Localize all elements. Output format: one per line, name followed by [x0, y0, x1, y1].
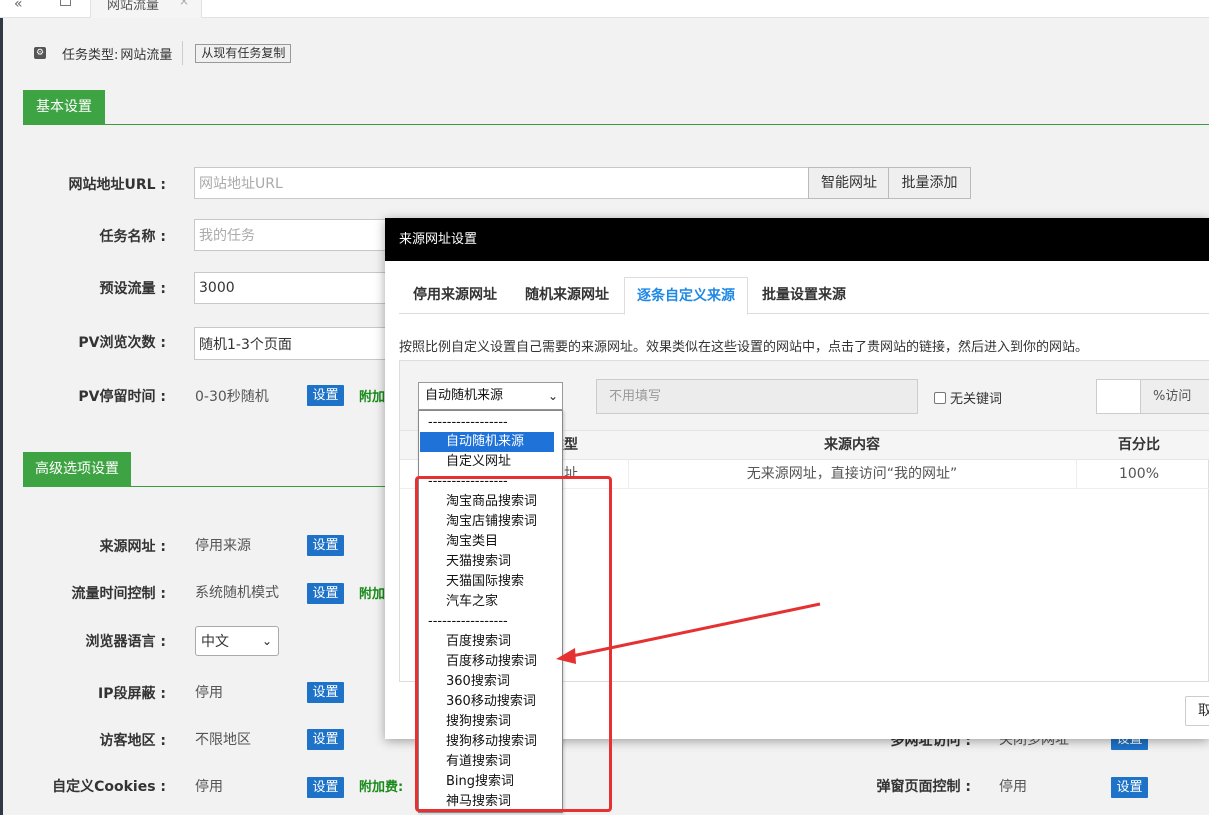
- no-keyword-label: 无关键词: [950, 392, 1003, 407]
- chevron-down-icon: ⌄: [547, 389, 558, 403]
- browser-lang-value: 中文: [201, 634, 229, 650]
- popup-label: 弹窗页面控制 :: [876, 779, 971, 795]
- popup-set-button[interactable]: 设置: [1111, 777, 1148, 798]
- page-icon[interactable]: [60, 0, 71, 6]
- copy-from-task-button[interactable]: 从现有任务复制: [195, 43, 292, 63]
- cookies-fee-label: 附加费:: [359, 780, 404, 795]
- ip-block-value: 停用: [195, 685, 223, 701]
- pv-count-label: PV浏览次数 :: [78, 335, 166, 351]
- source-content-input[interactable]: 不用填写: [596, 379, 918, 414]
- browser-lang-select[interactable]: 中文 ⌄: [195, 626, 279, 656]
- cookies-value: 停用: [195, 779, 223, 795]
- task-type-value: 网站流量: [120, 47, 173, 63]
- left-edge-strip: [0, 0, 3, 815]
- task-header: ⚙ 任务类型: 网站流量 从现有任务复制: [34, 41, 292, 65]
- visitor-region-set-button[interactable]: 设置: [307, 729, 344, 750]
- cancel-button[interactable]: 取: [1185, 696, 1209, 726]
- divider: [182, 41, 184, 65]
- cookies-label: 自定义Cookies :: [52, 779, 166, 795]
- traffic-time-value: 系统随机模式: [195, 585, 279, 601]
- url-label: 网站地址URL :: [68, 177, 166, 193]
- header-percent: 百分比: [1118, 437, 1160, 453]
- tab-random-source[interactable]: 随机来源网址: [511, 277, 623, 314]
- tab-title: 网站流量: [107, 0, 160, 13]
- percent-suffix: %访问: [1140, 379, 1209, 414]
- tab-disable-source[interactable]: 停用来源网址: [399, 277, 511, 314]
- row-content: 无来源网址，直接访问“我的网址”: [746, 466, 958, 482]
- visitor-region-value: 不限地区: [195, 732, 251, 748]
- cookies-set-button[interactable]: 设置: [307, 777, 344, 798]
- source-type-value: 自动随机来源: [425, 388, 504, 403]
- section-basic: 基本设置: [23, 90, 1209, 125]
- popup-value: 停用: [999, 779, 1027, 795]
- browser-lang-label: 浏览器语言 :: [85, 634, 166, 650]
- section-advanced-title: 高级选项设置: [23, 452, 131, 487]
- tab-website-traffic[interactable]: 网站流量 ×: [90, 0, 202, 18]
- tab-custom-source[interactable]: 逐条自定义来源: [624, 277, 748, 315]
- batch-add-button[interactable]: 批量添加: [888, 167, 971, 199]
- ip-block-label: IP段屏蔽 :: [98, 686, 166, 702]
- pv-stay-fee-label: 附加: [359, 390, 386, 405]
- modal-description: 按照比例自定义设置自己需要的来源网址。效果类似在这些设置的网站中，点击了贵网站的…: [399, 340, 1089, 355]
- dropdown-option-custom-url[interactable]: 自定义网址: [420, 452, 554, 472]
- source-url-value: 停用来源: [195, 538, 251, 554]
- chevron-down-icon: ⌄: [261, 634, 272, 648]
- header-content: 来源内容: [824, 437, 880, 453]
- dropdown-separator: -----------------: [428, 415, 508, 430]
- dropdown-option-auto-random[interactable]: 自动随机来源: [420, 432, 554, 452]
- close-icon[interactable]: ×: [179, 0, 189, 8]
- source-type-select[interactable]: 自动随机来源 ⌄: [418, 382, 563, 410]
- visitor-region-label: 访客地区 :: [99, 733, 166, 749]
- ip-block-set-button[interactable]: 设置: [307, 682, 344, 703]
- traffic-time-label: 流量时间控制 :: [71, 586, 166, 602]
- smart-url-button[interactable]: 智能网址: [808, 167, 890, 199]
- task-type-label: 任务类型:: [62, 47, 119, 63]
- top-tab-bar: « 网站流量 ×: [0, 0, 1209, 18]
- task-name-input[interactable]: 我的任务: [194, 219, 394, 251]
- url-input[interactable]: 网站地址URL: [194, 167, 810, 199]
- source-url-label: 来源网址 :: [99, 539, 166, 555]
- preset-traffic-label: 预设流量 :: [99, 281, 166, 297]
- traffic-time-set-button[interactable]: 设置: [307, 583, 344, 604]
- pv-stay-label: PV停留时间 :: [78, 389, 166, 405]
- pv-count-select[interactable]: 随机1-3个页面: [194, 327, 394, 360]
- section-basic-title: 基本设置: [23, 90, 105, 125]
- task-name-label: 任务名称 :: [99, 229, 166, 245]
- pv-stay-set-button[interactable]: 设置: [307, 385, 344, 406]
- modal-tabs: 停用来源网址 随机来源网址 逐条自定义来源 批量设置来源: [399, 277, 1209, 315]
- source-url-set-button[interactable]: 设置: [307, 535, 344, 556]
- percent-input[interactable]: [1096, 379, 1141, 414]
- settings-icon: ⚙: [34, 47, 46, 59]
- no-keyword-checkbox[interactable]: [934, 391, 946, 404]
- preset-traffic-input[interactable]: 3000: [194, 272, 394, 304]
- pv-stay-value: 0-30秒随机: [195, 389, 269, 405]
- tab-batch-source[interactable]: 批量设置来源: [748, 277, 860, 314]
- no-keyword-option[interactable]: 无关键词: [934, 388, 1002, 407]
- modal-title: 来源网址设置: [385, 218, 1209, 261]
- double-chevron-left-icon[interactable]: «: [14, 0, 23, 12]
- annotation-highlight-box: [415, 476, 612, 812]
- row-percent: 100%: [1118, 466, 1160, 482]
- traffic-time-fee-label: 附加: [359, 587, 386, 602]
